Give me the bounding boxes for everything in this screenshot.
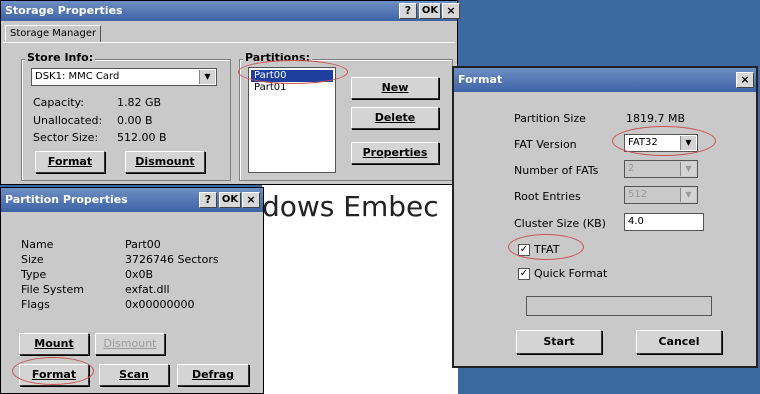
- properties-button[interactable]: Properties: [351, 142, 439, 164]
- dismount-button[interactable]: Dismount: [125, 151, 205, 173]
- storage-properties-titlebar: Storage Properties ? OK ×: [1, 1, 460, 21]
- sector-size-value: 512.00 B: [117, 131, 167, 144]
- format-window: Format × Partition Size 1819.7 MB FAT Ve…: [452, 66, 758, 368]
- storage-properties-window: Storage Properties ? OK × Storage Manage…: [0, 0, 460, 185]
- window-title: Format: [458, 73, 503, 86]
- format-button[interactable]: Format: [35, 151, 105, 173]
- chevron-down-icon[interactable]: ▼: [199, 70, 215, 84]
- new-button-label: New: [381, 81, 409, 94]
- chevron-down-icon: ▼: [680, 188, 696, 202]
- format-progress-bar: [526, 296, 712, 316]
- capacity-value: 1.82 GB: [117, 96, 162, 109]
- window-title: Partition Properties: [5, 193, 128, 206]
- flags-value: 0x00000000: [125, 298, 195, 311]
- store-select[interactable]: DSK1: MMC Card ▼: [31, 68, 217, 86]
- store-select-value: DSK1: MMC Card: [35, 71, 120, 82]
- new-button[interactable]: New: [351, 77, 439, 99]
- scan-button[interactable]: Scan: [99, 364, 169, 386]
- properties-button-label: Properties: [362, 146, 428, 159]
- close-button[interactable]: ×: [442, 3, 460, 19]
- root-entries-value: 512: [628, 189, 648, 200]
- type-label: Type: [21, 268, 47, 281]
- flags-label: Flags: [21, 298, 50, 311]
- file-system-value: exfat.dll: [125, 283, 170, 296]
- partition-size-label: Partition Size: [514, 112, 586, 125]
- highlight-oval-fat-version: [612, 126, 716, 156]
- dismount-button-label: Dismount: [103, 337, 157, 350]
- tab-storage-manager[interactable]: Storage Manager: [5, 25, 102, 42]
- chevron-down-icon: ▼: [680, 162, 696, 176]
- highlight-oval-part00: [238, 60, 348, 84]
- fat-version-label: FAT Version: [514, 138, 577, 151]
- partition-size-value: 1819.7 MB: [626, 112, 686, 125]
- file-system-label: File System: [21, 283, 84, 296]
- close-button[interactable]: ×: [736, 72, 754, 88]
- defrag-button-label: Defrag: [191, 368, 235, 381]
- format-titlebar: Format ×: [454, 68, 756, 92]
- delete-button[interactable]: Delete: [351, 107, 439, 129]
- dismount-button-label: Dismount: [135, 155, 195, 168]
- number-of-fats-value: 2: [628, 163, 635, 174]
- partition-properties-titlebar: Partition Properties ? OK ×: [1, 188, 263, 212]
- name-value: Part00: [125, 238, 161, 251]
- tab-label: Storage Manager: [10, 28, 97, 39]
- quick-format-checkbox[interactable]: ✓: [518, 268, 530, 280]
- size-label: Size: [21, 253, 44, 266]
- name-label: Name: [21, 238, 54, 251]
- help-button[interactable]: ?: [399, 3, 417, 19]
- highlight-oval-tfat: [508, 234, 584, 260]
- help-button[interactable]: ?: [199, 192, 217, 208]
- mount-button[interactable]: Mount: [19, 333, 89, 355]
- mount-button-label: Mount: [34, 337, 74, 350]
- store-info-label: Store Info:: [25, 51, 96, 64]
- start-button-label: Start: [543, 335, 575, 348]
- quick-format-label: Quick Format: [534, 267, 608, 280]
- cluster-size-value: 4.0: [628, 216, 644, 227]
- unallocated-label: Unallocated:: [33, 114, 103, 127]
- ok-button[interactable]: OK: [419, 3, 441, 19]
- sector-size-label: Sector Size:: [33, 131, 99, 144]
- format-button-label: Format: [47, 155, 93, 168]
- delete-button-label: Delete: [374, 111, 416, 124]
- number-of-fats-label: Number of FATs: [514, 164, 599, 177]
- cancel-button-label: Cancel: [658, 335, 700, 348]
- scan-button-label: Scan: [119, 368, 149, 381]
- dismount-button: Dismount: [95, 333, 165, 355]
- root-entries-select: 512 ▼: [624, 186, 698, 204]
- ok-button[interactable]: OK: [219, 192, 241, 208]
- cluster-size-label: Cluster Size (KB): [514, 217, 606, 230]
- number-of-fats-select: 2 ▼: [624, 160, 698, 178]
- background-text: dows Embec: [262, 190, 439, 223]
- highlight-oval-format: [12, 357, 94, 385]
- root-entries-label: Root Entries: [514, 190, 581, 203]
- capacity-label: Capacity:: [33, 96, 84, 109]
- unallocated-value: 0.00 B: [117, 114, 153, 127]
- defrag-button[interactable]: Defrag: [177, 364, 249, 386]
- type-value: 0x0B: [125, 268, 154, 281]
- start-button[interactable]: Start: [516, 330, 602, 354]
- close-button[interactable]: ×: [242, 192, 260, 208]
- window-title: Storage Properties: [5, 4, 123, 17]
- cancel-button[interactable]: Cancel: [636, 330, 722, 354]
- cluster-size-input[interactable]: 4.0: [624, 213, 704, 231]
- size-value: 3726746 Sectors: [125, 253, 219, 266]
